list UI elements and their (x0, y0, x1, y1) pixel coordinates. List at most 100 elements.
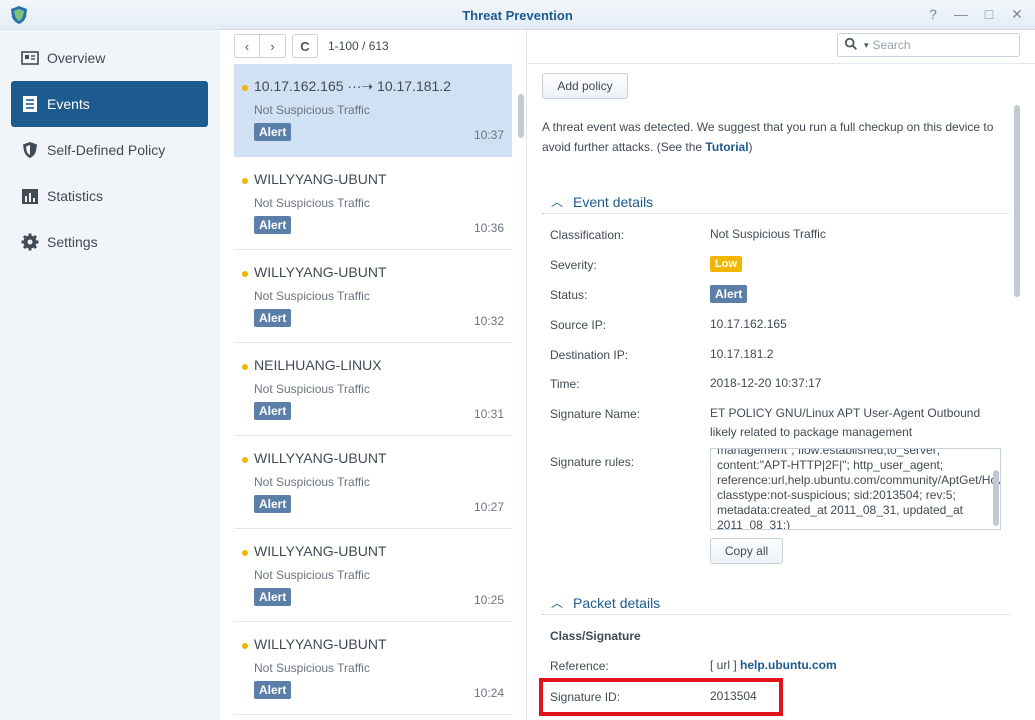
event-time: 10:27 (473, 500, 504, 514)
source-ip-label: Source IP: (550, 318, 607, 332)
title-bar: Threat Prevention ? — □ ✕ (0, 0, 1035, 30)
section-title: Event details (573, 193, 654, 210)
minimize-icon[interactable]: — (953, 6, 969, 22)
section-divider (542, 614, 1010, 615)
status-dot (242, 364, 248, 370)
list-item[interactable]: WILLYYANG-UBUNT Not Suspicious Traffic A… (234, 157, 512, 250)
sidebar-item-label: Self-Defined Policy (47, 142, 166, 158)
detail-scrollbar[interactable] (1014, 105, 1020, 297)
list-item[interactable]: WILLYYANG-UBUNT Not Suspicious Traffic A… (234, 529, 512, 622)
status-dot (242, 550, 248, 556)
chevron-right-icon: › (270, 38, 275, 54)
tutorial-link[interactable]: Tutorial (705, 140, 748, 154)
reference-label: Reference: (550, 659, 609, 673)
destination-ip-label: Destination IP: (550, 348, 629, 362)
event-host: WILLYYANG-UBUNT (254, 171, 387, 187)
event-classification: Not Suspicious Traffic (254, 661, 370, 675)
add-policy-button[interactable]: Add policy (542, 73, 628, 99)
list-item[interactable]: 10.17.162.165 ···➝ 10.17.181.2 Not Suspi… (234, 64, 512, 157)
status-badge: Alert (254, 216, 292, 234)
previous-page-button[interactable]: ‹ (234, 34, 260, 58)
section-divider (542, 213, 1010, 214)
window-title: Threat Prevention (462, 8, 573, 23)
status-dot (242, 271, 248, 277)
list-item[interactable]: NEILHUANG-LINUX Not Suspicious Traffic A… (234, 343, 512, 436)
help-icon[interactable]: ? (925, 6, 941, 22)
pager-text: 1-100 / 613 (328, 39, 389, 53)
status-badge: Alert (710, 285, 748, 303)
event-classification: Not Suspicious Traffic (254, 382, 370, 396)
sidebar-item-events[interactable]: Events (11, 81, 208, 127)
close-icon[interactable]: ✕ (1009, 6, 1025, 22)
event-host: NEILHUANG-LINUX (254, 357, 382, 373)
sidebar: Overview Events Self-Defined Policy Stat… (0, 30, 220, 720)
source-ip-value: 10.17.162.165 (710, 317, 787, 331)
status-dot (242, 643, 248, 649)
list-item[interactable]: WILLYYANG-UBUNT Not Suspicious Traffic A… (234, 622, 512, 715)
severity-label: Severity: (550, 258, 597, 272)
signature-name-value: ET POLICY GNU/Linux APT User-Agent Outbo… (710, 406, 981, 439)
search-placeholder: Search (872, 38, 911, 52)
refresh-button[interactable]: C (292, 34, 318, 58)
classification-value: Not Suspicious Traffic (710, 227, 826, 241)
classification-label: Classification: (550, 228, 625, 242)
time-value: 2018-12-20 10:37:17 (710, 376, 822, 390)
search-input[interactable]: ▾ Search (837, 33, 1020, 57)
app-window: Threat Prevention ? — □ ✕ Overview Event… (0, 0, 1035, 720)
status-badge: Alert (254, 681, 292, 699)
severity-badge: Low (710, 256, 742, 272)
list-item[interactable]: WILLYYANG-UBUNT Not Suspicious Traffic A… (234, 250, 512, 343)
chevron-left-icon: ‹ (244, 38, 250, 54)
reference-link[interactable]: help.ubuntu.com (740, 658, 837, 672)
event-time: 10:37 (473, 128, 504, 142)
signature-name-label: Signature Name: (550, 407, 641, 421)
gear-icon (21, 233, 39, 251)
sidebar-item-label: Settings (47, 234, 98, 250)
sidebar-item-settings[interactable]: Settings (11, 219, 208, 265)
threat-notice: A threat event was detected. We suggest … (542, 117, 1014, 157)
status-label: Status: (550, 288, 588, 302)
sidebar-item-overview[interactable]: Overview (11, 35, 208, 81)
event-host: WILLYYANG-UBUNT (254, 543, 387, 559)
status-badge: Alert (254, 402, 292, 420)
list-scrollbar[interactable] (518, 94, 524, 138)
overview-icon (21, 49, 39, 67)
refresh-icon: C (300, 38, 310, 54)
sidebar-item-self-defined-policy[interactable]: Self-Defined Policy (11, 127, 208, 173)
rules-scrollbar[interactable] (993, 470, 999, 526)
signature-rules-textarea[interactable]: management"; flow:established,to_server;… (710, 448, 1001, 530)
shield-icon (21, 141, 39, 159)
section-title: Packet details (573, 594, 661, 611)
signature-rules-text: management"; flow:established,to_server;… (717, 448, 1001, 530)
reference-value: [ url ] help.ubuntu.com (710, 656, 837, 675)
copy-all-button[interactable]: Copy all (710, 538, 783, 564)
search-icon (844, 37, 858, 54)
event-classification: Not Suspicious Traffic (254, 289, 370, 303)
event-time: 10:25 (473, 593, 504, 607)
statistics-icon (21, 187, 39, 205)
event-detail-panel: ▾ Search Add policy A threat event was d… (526, 30, 1035, 720)
list-item[interactable]: WILLYYANG-UBUNT Not Suspicious Traffic A… (234, 436, 512, 529)
signature-rules-label: Signature rules: (550, 455, 635, 469)
sidebar-item-label: Overview (47, 50, 106, 66)
status-badge: Alert (254, 495, 292, 513)
event-host: 10.17.162.165 ···➝ 10.17.181.2 (254, 78, 451, 94)
highlight-box (539, 678, 783, 716)
event-details-header[interactable]: ︿ Event details (551, 193, 653, 210)
status-dot (242, 457, 248, 463)
status-dot (242, 85, 248, 91)
sidebar-item-statistics[interactable]: Statistics (11, 173, 208, 219)
next-page-button[interactable]: › (260, 34, 286, 58)
event-time: 10:36 (473, 221, 504, 235)
maximize-icon[interactable]: □ (981, 6, 997, 22)
destination-ip-value: 10.17.181.2 (710, 347, 774, 361)
notice-text: A threat event was detected. We suggest … (542, 120, 994, 154)
event-host: WILLYYANG-UBUNT (254, 264, 387, 280)
reference-prefix: [ url ] (710, 658, 737, 672)
event-time: 10:31 (473, 407, 504, 421)
status-dot (242, 178, 248, 184)
events-icon (21, 95, 39, 113)
event-classification: Not Suspicious Traffic (254, 103, 370, 117)
list-toolbar: ‹ › C 1-100 / 613 (234, 33, 389, 59)
packet-details-header[interactable]: ︿ Packet details (551, 594, 660, 611)
